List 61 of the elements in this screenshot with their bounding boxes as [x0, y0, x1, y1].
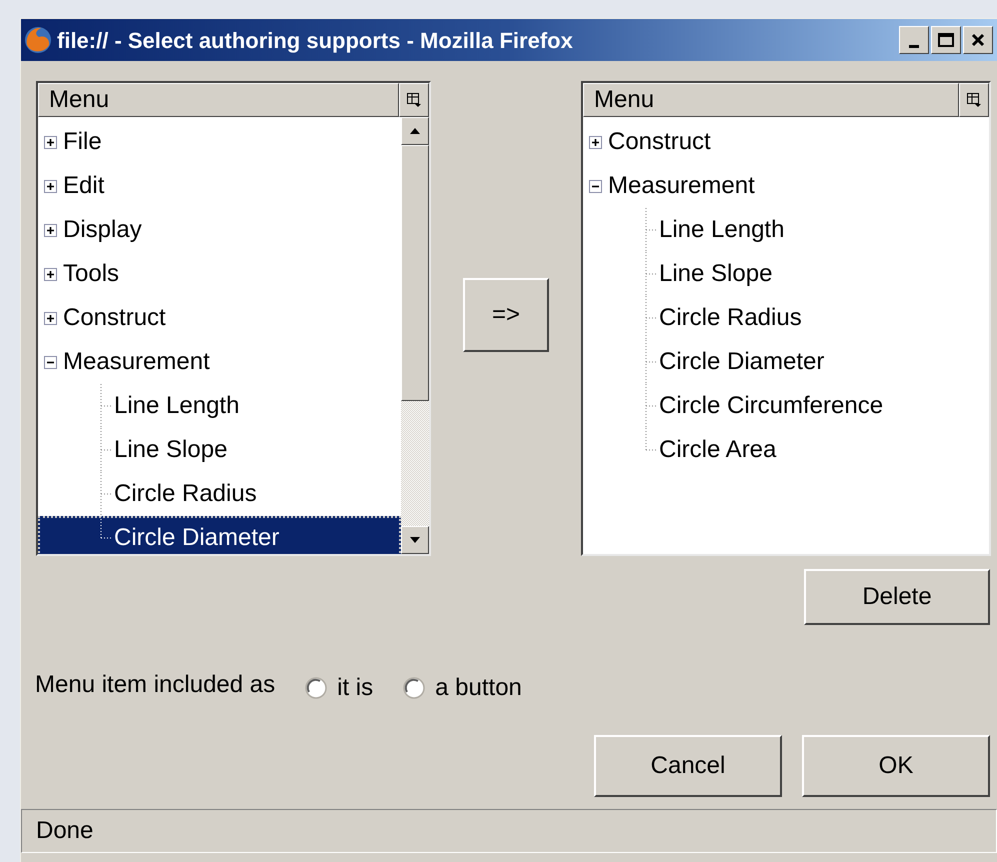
tree-item[interactable]: Construct: [583, 120, 989, 164]
add-button[interactable]: =>: [463, 278, 549, 352]
expand-icon[interactable]: [44, 224, 57, 236]
radio-option[interactable]: a button: [403, 664, 522, 706]
ok-button[interactable]: OK: [802, 735, 990, 797]
close-icon: [971, 33, 985, 47]
expand-icon[interactable]: [589, 136, 602, 148]
delete-button[interactable]: Delete: [804, 569, 990, 625]
scrollbar-thumb[interactable]: [401, 145, 429, 401]
tree-item[interactable]: Circle Radius: [583, 296, 989, 340]
globe-icon: [23, 25, 53, 55]
tree-item[interactable]: Line Length: [583, 208, 989, 252]
expand-icon[interactable]: [44, 180, 57, 192]
collapse-icon[interactable]: [589, 180, 602, 192]
scroll-down-button[interactable]: [401, 526, 429, 554]
option-label: Menu item included as: [35, 670, 276, 700]
tree-item[interactable]: Circle Diameter: [38, 516, 401, 554]
expand-icon[interactable]: [44, 268, 57, 280]
tree-item[interactable]: Circle Circumference: [583, 384, 989, 428]
collapse-icon[interactable]: [44, 356, 57, 368]
tree-item[interactable]: Line Slope: [38, 428, 401, 472]
tree-item[interactable]: Display: [38, 208, 401, 252]
column-header[interactable]: Menu: [38, 83, 399, 117]
tree-item[interactable]: Circle Area: [583, 428, 989, 472]
close-button[interactable]: [963, 26, 993, 54]
expand-icon[interactable]: [44, 312, 57, 324]
column-picker-button[interactable]: [399, 83, 429, 117]
tree-item[interactable]: Line Length: [38, 384, 401, 428]
tree-connector-line: [645, 340, 659, 384]
window-title: file:// - Select authoring supports - Mozilla Firefox: [57, 26, 573, 55]
column-picker-icon: [406, 92, 422, 108]
radio-button[interactable]: [403, 677, 426, 699]
caret-down-icon: [410, 537, 420, 543]
tree-item[interactable]: Edit: [38, 164, 401, 208]
tree-item[interactable]: Measurement: [583, 164, 989, 208]
scroll-up-button[interactable]: [401, 117, 429, 145]
cancel-button[interactable]: Cancel: [594, 735, 782, 797]
maximize-icon: [938, 33, 954, 47]
minimize-button[interactable]: [899, 26, 929, 54]
tree-item[interactable]: Circle Radius: [38, 472, 401, 516]
tree-item[interactable]: Line Slope: [583, 252, 989, 296]
tree-connector-line: [100, 428, 114, 472]
tree-item[interactable]: Measurement: [38, 340, 401, 384]
tree-connector-line: [645, 252, 659, 296]
column-picker-button[interactable]: [959, 83, 989, 117]
radio-option[interactable]: it is: [305, 664, 374, 706]
tree-connector-line: [100, 384, 114, 428]
column-picker-icon: [966, 92, 982, 108]
radio-button[interactable]: [305, 677, 328, 699]
expand-icon[interactable]: [44, 136, 57, 148]
tree-item[interactable]: Circle Diameter: [583, 340, 989, 384]
tree-connector-line: [645, 296, 659, 340]
tree-connector-line: [645, 208, 659, 252]
maximize-button[interactable]: [931, 26, 961, 54]
tree-item[interactable]: Tools: [38, 252, 401, 296]
tree-item[interactable]: File: [38, 120, 401, 164]
column-header[interactable]: Menu: [583, 83, 959, 117]
tree-item[interactable]: Construct: [38, 296, 401, 340]
minimize-icon: [909, 45, 919, 48]
status-bar: Done: [21, 809, 997, 853]
caret-up-icon: [410, 128, 420, 134]
